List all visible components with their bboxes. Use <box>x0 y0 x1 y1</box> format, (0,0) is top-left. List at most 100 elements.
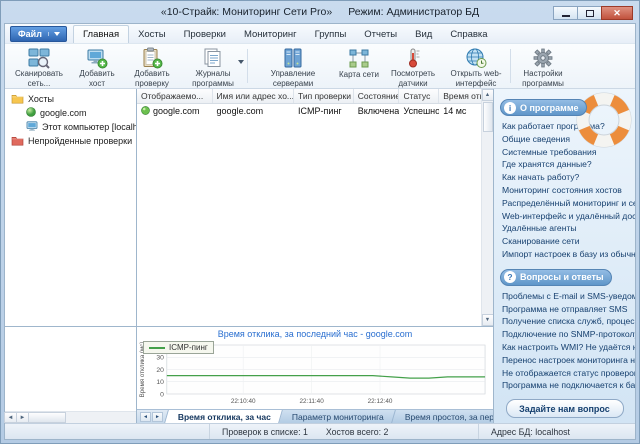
column-response-time[interactable]: Время откл... <box>439 89 481 103</box>
toolbar-label: Добавить хост <box>71 69 123 88</box>
tab-monitoring[interactable]: Мониторинг <box>235 25 306 43</box>
statusbar-section <box>5 424 210 439</box>
tab-response-time[interactable]: Время отклика, за час <box>164 410 285 423</box>
toolbar-label: Добавить проверку <box>123 69 181 88</box>
faq-link[interactable]: Подключение по SNMP-протоколу <box>494 328 635 341</box>
close-button[interactable]: ✕ <box>601 6 633 20</box>
faq-link[interactable]: Перенос настроек мониторинга на д... <box>494 354 635 367</box>
tab-glavnaya[interactable]: Главная <box>73 25 129 43</box>
tab-hosty[interactable]: Хосты <box>129 25 174 43</box>
checks-table: Отображаемо... Имя или адрес хо... Тип п… <box>137 89 493 327</box>
horizontal-scrollbar[interactable]: ◄ ► <box>5 411 136 423</box>
chart-title: Время отклика, за последний час - google… <box>137 327 493 340</box>
scrollbar-thumb[interactable] <box>28 412 66 423</box>
cell-check-type: ICMP-пинг <box>294 106 354 116</box>
help-link[interactable]: Удалённые агенты <box>494 222 635 235</box>
host-sphere-icon <box>26 107 36 119</box>
window-title: «10-Страйк: Мониторинг Сети Pro» <box>161 6 332 18</box>
scroll-down-icon[interactable]: ▼ <box>482 314 494 326</box>
file-menu-label: Файл <box>18 29 42 39</box>
open-web-interface-button[interactable]: Открыть web-интерфейс <box>444 45 508 87</box>
toolbar-label: Журналы программы <box>181 69 245 88</box>
monitoring-servers-icon <box>282 47 304 69</box>
about-section-header: i О программе <box>500 99 587 116</box>
column-status[interactable]: Статус <box>399 89 439 103</box>
manage-servers-button[interactable]: Управление серверами мониторинга <box>250 45 336 87</box>
column-display-name[interactable]: Отображаемо... <box>137 89 213 103</box>
settings-gear-icon <box>532 47 554 69</box>
scroll-up-icon[interactable]: ▲ <box>482 89 494 101</box>
help-link[interactable]: Мониторинг состояния хостов <box>494 184 635 197</box>
tab-spravka[interactable]: Справка <box>441 25 496 43</box>
left-panel: Хосты google.com Этот компьютер [localho… <box>5 89 137 423</box>
column-check-type[interactable]: Тип проверки <box>294 89 354 103</box>
add-host-icon <box>86 47 108 69</box>
add-check-icon <box>141 47 163 69</box>
table-row[interactable]: google.com google.com ICMP-пинг Включена… <box>137 104 481 118</box>
help-link[interactable]: Как начать работу? <box>494 171 635 184</box>
minimize-button[interactable] <box>553 6 578 20</box>
tree-item-hosts[interactable]: Хосты <box>5 92 136 106</box>
program-settings-button[interactable]: Настройки программы <box>513 45 573 87</box>
folder-icon <box>11 93 24 106</box>
toolbar-separator <box>510 49 511 83</box>
help-link[interactable]: Сканирование сети <box>494 235 635 248</box>
faq-link[interactable]: Получение списка служб, процессо... <box>494 315 635 328</box>
tabs-scroll-right-icon[interactable]: ► <box>152 412 163 422</box>
help-link[interactable]: Где хранятся данные? <box>494 158 635 171</box>
tree-item-failed-checks[interactable]: Непройденные проверки <box>5 134 136 148</box>
network-map-button[interactable]: Карта сети <box>336 45 382 87</box>
scrollbar-thumb[interactable] <box>483 102 493 132</box>
hosts-tree: Хосты google.com Этот компьютер [localho… <box>5 89 136 327</box>
tree-item-localhost[interactable]: Этот компьютер [localhost] <box>5 120 136 134</box>
help-link[interactable]: Импорт настроек в базу из обычной ... <box>494 248 635 261</box>
faq-link[interactable]: Программа не подключается к базе ... <box>494 379 635 392</box>
file-menu-button[interactable]: Файл <box>10 26 67 42</box>
tab-otchety[interactable]: Отчеты <box>355 25 406 43</box>
tab-vid[interactable]: Вид <box>406 25 441 43</box>
response-time-chart: Время отклика, за последний час - google… <box>137 327 493 409</box>
cell-state: Включена <box>354 106 400 116</box>
toolbar-label: Посмотреть датчики <box>382 69 444 88</box>
column-state[interactable]: Состояние <box>354 89 400 103</box>
logs-icon <box>202 47 224 69</box>
chart-legend: ICMP-пинг <box>143 341 214 354</box>
left-bottom-panel: ◄ ► <box>5 327 136 423</box>
db-address: Адрес БД: localhost <box>479 427 635 437</box>
svg-text:22:10:40: 22:10:40 <box>231 398 256 405</box>
svg-text:0: 0 <box>160 391 164 398</box>
tab-monitoring-parameter[interactable]: Параметр мониторинга <box>278 410 398 423</box>
tab-downtime[interactable]: Время простоя, за период <box>391 410 493 423</box>
menu-bar: Файл Главная Хосты Проверки Мониторинг Г… <box>5 24 635 43</box>
help-link[interactable]: Web-интерфейс и удалённый доступ <box>494 210 635 223</box>
file-menu-dropdown[interactable] <box>48 32 62 36</box>
view-sensors-button[interactable]: Посмотреть датчики <box>382 45 444 87</box>
faq-link[interactable]: Как настроить WMI? Не удаётся на... <box>494 341 635 354</box>
add-host-button[interactable]: Добавить хост <box>71 45 123 87</box>
legend-line <box>149 347 165 349</box>
scan-network-button[interactable]: Сканировать сеть... <box>7 45 71 87</box>
tree-item-label: Непройденные проверки <box>28 136 132 146</box>
help-link[interactable]: Распределённый мониторинг и серв... <box>494 197 635 210</box>
chart-tabstrip: ◄ ► Время отклика, за час Параметр монит… <box>137 409 493 423</box>
title-bar[interactable]: «10-Страйк: Мониторинг Сети Pro» Режим: … <box>1 1 639 23</box>
tabs-scroll-left-icon[interactable]: ◄ <box>140 412 151 422</box>
tab-proverki[interactable]: Проверки <box>175 25 235 43</box>
ask-question-button[interactable]: Задайте нам вопрос <box>506 399 624 418</box>
faq-link[interactable]: Программа не отправляет SMS <box>494 303 635 316</box>
toolbar-separator <box>247 49 248 83</box>
program-logs-button[interactable]: Журналы программы <box>181 45 245 87</box>
faq-link[interactable]: Не отображается статус проверок у в... <box>494 367 635 380</box>
column-host-address[interactable]: Имя или адрес хо... <box>213 89 295 103</box>
maximize-button[interactable] <box>577 6 602 20</box>
svg-text:20: 20 <box>156 367 164 374</box>
cell-display-name: google.com <box>153 106 200 116</box>
center-panel: Отображаемо... Имя или адрес хо... Тип п… <box>137 89 493 423</box>
logs-dropdown-icon[interactable] <box>238 60 244 64</box>
faq-link[interactable]: Проблемы с E-mail и SMS-уведомле... <box>494 290 635 303</box>
tree-item-google[interactable]: google.com <box>5 106 136 120</box>
workspace: Хосты google.com Этот компьютер [localho… <box>5 89 635 423</box>
tab-gruppy[interactable]: Группы <box>306 25 356 43</box>
vertical-scrollbar[interactable]: ▲ ▼ <box>481 89 493 326</box>
add-check-button[interactable]: Добавить проверку <box>123 45 181 87</box>
